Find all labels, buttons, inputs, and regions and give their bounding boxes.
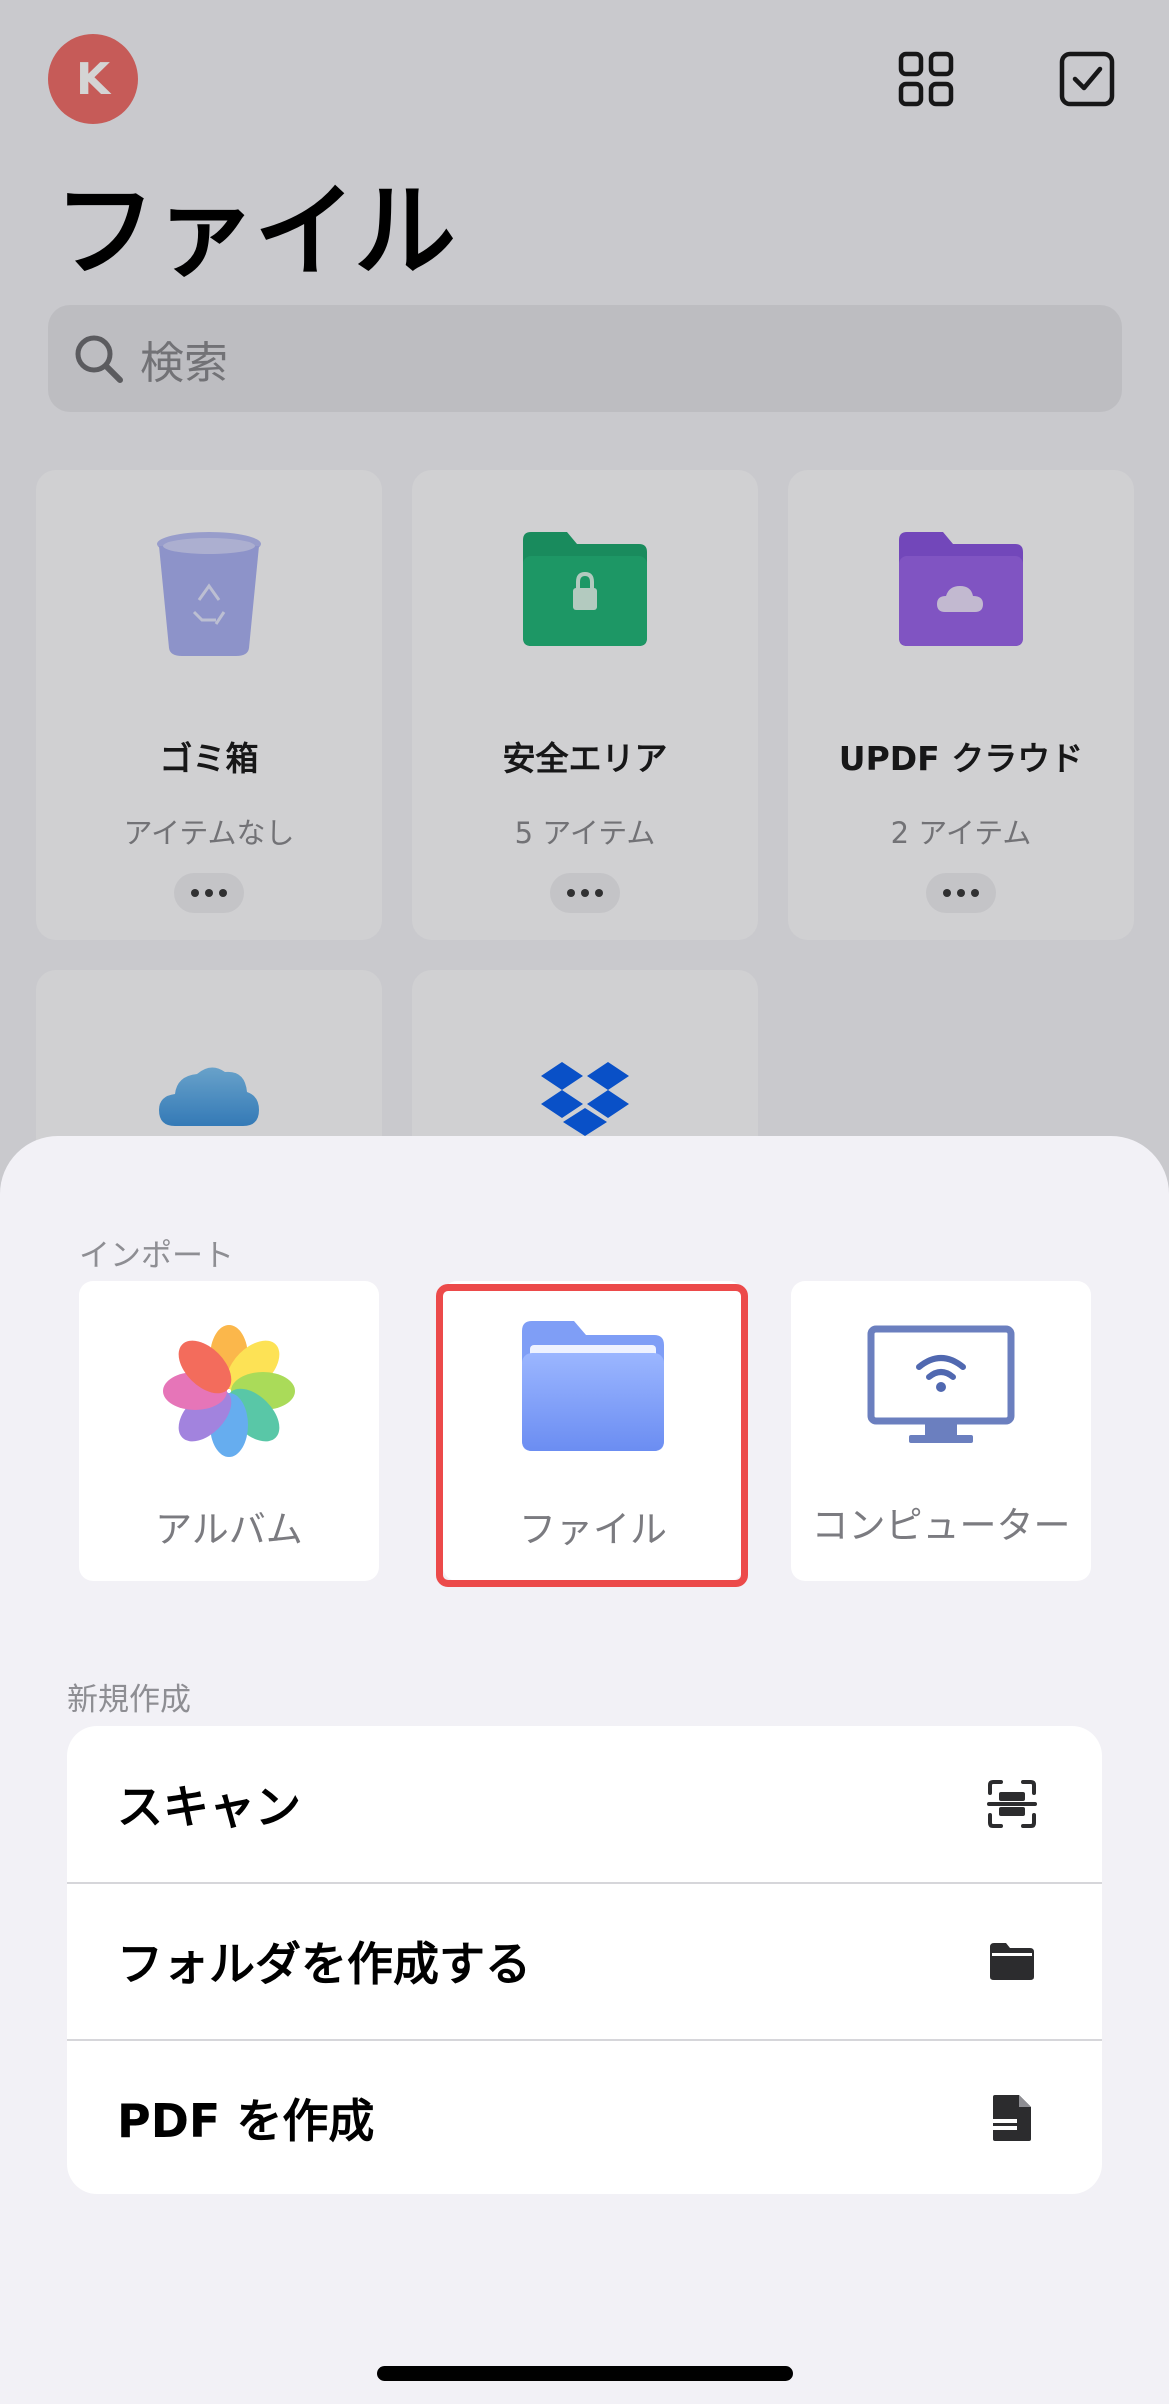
row-label: スキャン (117, 1780, 301, 1834)
folder-icon (984, 1933, 1040, 1989)
photos-icon (163, 1325, 295, 1457)
create-pdf-row[interactable]: PDF を作成 (67, 2040, 1102, 2194)
scan-icon (984, 1776, 1040, 1832)
new-section-label: 新規作成 (67, 1682, 191, 1718)
highlight-frame (436, 1284, 748, 1587)
home-indicator[interactable] (377, 2366, 793, 2381)
row-label: フォルダを作成する (117, 1937, 531, 1991)
computer-wifi-icon (867, 1325, 1015, 1443)
import-computer-button[interactable]: コンピューター (791, 1281, 1091, 1581)
row-label: PDF を作成 (117, 2094, 375, 2148)
import-item-label: アルバム (155, 1508, 303, 1551)
new-items-list: スキャン フォルダを作成する PDF を作成 (67, 1726, 1102, 2194)
import-section-label: インポート (79, 1238, 234, 1274)
scan-row[interactable]: スキャン (67, 1726, 1102, 1882)
import-item-label: コンピューター (811, 1504, 1071, 1547)
pdf-document-icon (984, 2090, 1040, 2146)
import-album-button[interactable]: アルバム (79, 1281, 379, 1581)
create-folder-row[interactable]: フォルダを作成する (67, 1883, 1102, 2039)
